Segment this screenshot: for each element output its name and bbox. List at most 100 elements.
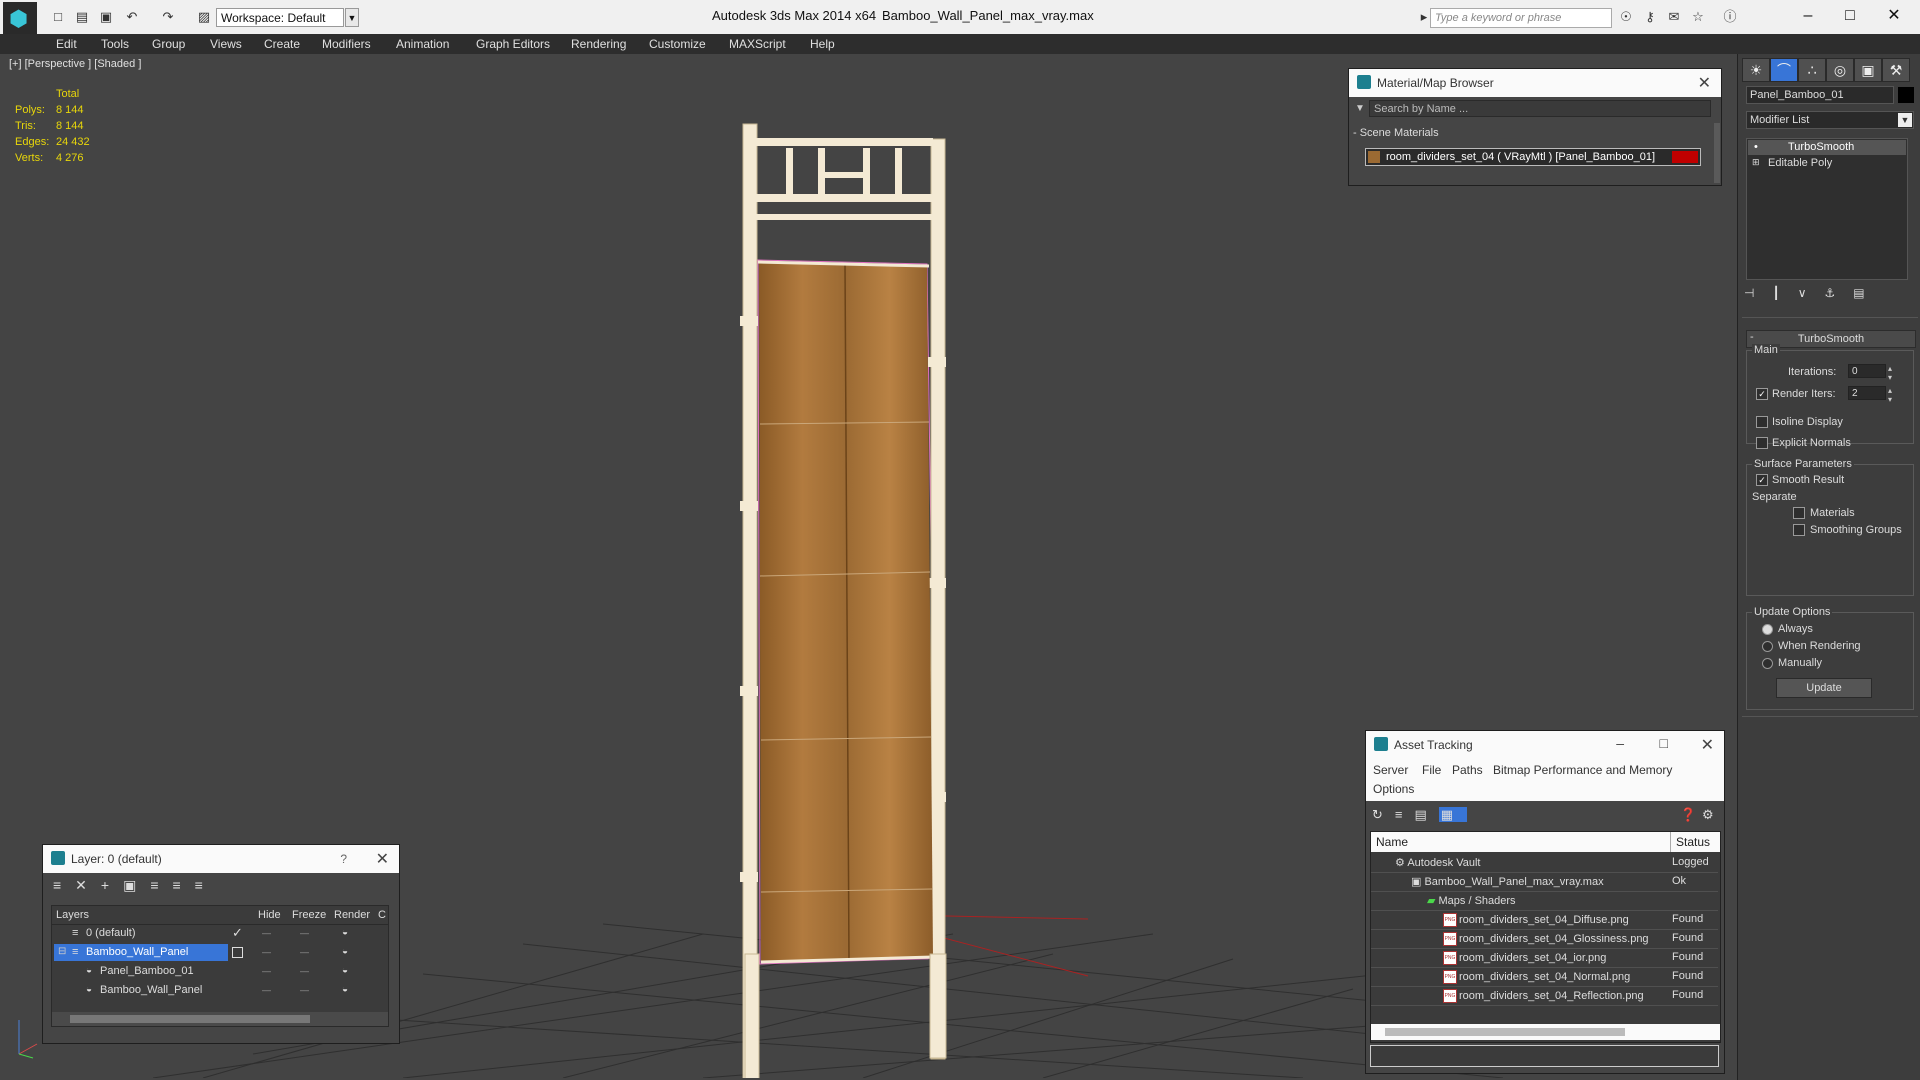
update-button[interactable]: Update: [1776, 678, 1872, 698]
asset-horizontal-scrollbar[interactable]: [1371, 1024, 1720, 1040]
table-view-icon[interactable]: ▦: [1438, 807, 1468, 822]
stack-item-turbosmooth[interactable]: • TurboSmooth: [1748, 140, 1906, 155]
close-icon[interactable]: ✕: [1874, 4, 1914, 28]
refresh-icon[interactable]: ↻: [1372, 807, 1395, 822]
app-logo-button[interactable]: ⬢: [3, 2, 37, 36]
object-name-field[interactable]: Panel_Bamboo_01: [1746, 86, 1894, 104]
render-teapot-icon[interactable]: ◒: [342, 927, 348, 938]
layer-titlebar[interactable]: Layer: 0 (default) ? ✕: [43, 845, 399, 873]
freeze-all-icon[interactable]: ≡: [195, 877, 217, 893]
current-layer-box[interactable]: [232, 947, 243, 958]
hide-toggle[interactable]: —: [262, 947, 271, 957]
menu-views[interactable]: Views: [210, 37, 242, 51]
col-render[interactable]: Render: [334, 909, 370, 921]
materials-checkbox[interactable]: [1793, 507, 1805, 519]
layer-horizontal-scrollbar[interactable]: [52, 1012, 388, 1026]
remove-modifier-icon[interactable]: ⚓: [1824, 286, 1853, 300]
menu-edit[interactable]: Edit: [56, 37, 77, 51]
make-unique-icon[interactable]: ∨: [1798, 286, 1825, 300]
material-search-input[interactable]: Search by Name ...: [1369, 100, 1711, 117]
maximize-icon[interactable]: □: [1660, 735, 1668, 751]
workspace-dropdown[interactable]: Workspace: Default: [216, 8, 344, 27]
layer-row[interactable]: ⊟ ≡ Bamboo_Wall_Panel — — ◒: [52, 944, 388, 962]
menu-rendering[interactable]: Rendering: [571, 37, 626, 51]
render-teapot-icon[interactable]: ◒: [342, 965, 348, 976]
project-folder-icon[interactable]: ▨: [196, 9, 212, 25]
col-freeze[interactable]: Freeze: [292, 909, 326, 921]
save-file-icon[interactable]: ▣: [98, 9, 114, 25]
col-status[interactable]: Status: [1676, 835, 1710, 849]
collapse-rollout-icon[interactable]: -: [1750, 331, 1754, 343]
highlight-layer-icon[interactable]: ≡: [150, 877, 172, 893]
render-iters-checkbox[interactable]: ✓: [1756, 388, 1768, 400]
binoculars-icon[interactable]: ☉: [1618, 9, 1634, 25]
menu-help[interactable]: Help: [810, 37, 835, 51]
when-rendering-radio[interactable]: [1762, 641, 1773, 652]
minimize-icon[interactable]: –: [1616, 735, 1624, 751]
material-list-item[interactable]: room_dividers_set_04 ( VRayMtl ) [Panel_…: [1365, 148, 1701, 166]
lightbulb-icon[interactable]: •: [1754, 141, 1758, 153]
key-icon[interactable]: ⚷: [1642, 9, 1658, 25]
modify-tab-icon[interactable]: ⌒: [1770, 58, 1798, 82]
layer-row[interactable]: ◒ Bamboo_Wall_Panel — — ◒: [52, 982, 388, 1000]
smoothing-groups-checkbox[interactable]: [1793, 524, 1805, 536]
freeze-toggle[interactable]: —: [300, 985, 309, 995]
menu-group[interactable]: Group: [152, 37, 185, 51]
layer-row[interactable]: ≡ 0 (default) ✓ — — ◒: [52, 925, 388, 943]
search-input[interactable]: Type a keyword or phrase: [1430, 8, 1612, 28]
isoline-display-checkbox[interactable]: [1756, 416, 1768, 428]
material-scrollbar[interactable]: [1714, 123, 1720, 183]
communication-center-icon[interactable]: ✉: [1666, 9, 1682, 25]
menu-paths[interactable]: Paths: [1452, 763, 1483, 777]
create-tab-sun-icon[interactable]: ☀: [1742, 58, 1770, 82]
menu-bitmap-performance[interactable]: Bitmap Performance and Memory: [1493, 763, 1672, 777]
undo-icon[interactable]: ↶: [124, 9, 140, 25]
favorites-star-icon[interactable]: ☆: [1690, 9, 1706, 25]
menu-server[interactable]: Server: [1373, 763, 1408, 777]
col-name[interactable]: Name: [1376, 835, 1408, 849]
column-divider[interactable]: [1670, 832, 1671, 852]
expand-icon[interactable]: ⊞: [1752, 157, 1760, 168]
material-browser-titlebar[interactable]: Material/Map Browser ✕: [1349, 69, 1721, 97]
asset-row[interactable]: PNG room_dividers_set_04_Diffuse.png Found: [1371, 910, 1718, 930]
asset-row[interactable]: PNG room_dividers_set_04_ior.png Found: [1371, 948, 1718, 968]
minimize-icon[interactable]: –: [1788, 4, 1828, 28]
menu-customize[interactable]: Customize: [649, 37, 706, 51]
close-icon[interactable]: ✕: [1701, 735, 1714, 755]
select-in-layer-icon[interactable]: ▣: [123, 877, 150, 893]
asset-row[interactable]: ▰ Maps / Shaders: [1371, 891, 1718, 911]
menu-tools[interactable]: Tools: [101, 37, 129, 51]
new-file-icon[interactable]: □: [50, 9, 66, 25]
close-icon[interactable]: ✕: [376, 849, 389, 869]
render-teapot-icon[interactable]: ◒: [342, 984, 348, 995]
utilities-tab-icon[interactable]: ⚒: [1882, 58, 1910, 82]
tree-view-icon[interactable]: ▤: [1415, 807, 1439, 822]
pin-stack-icon[interactable]: ⊣: [1744, 286, 1772, 300]
spinner-arrows-icon[interactable]: ▴ ▾: [1888, 364, 1892, 382]
stack-item-editable-poly[interactable]: ⊞ Editable Poly: [1748, 156, 1906, 171]
smooth-result-checkbox[interactable]: ✓: [1756, 474, 1768, 486]
freeze-toggle[interactable]: —: [300, 966, 309, 976]
manually-radio[interactable]: [1762, 658, 1773, 669]
always-radio[interactable]: [1762, 624, 1773, 635]
hierarchy-tab-icon[interactable]: ∴: [1798, 58, 1826, 82]
menu-options[interactable]: Options: [1373, 782, 1414, 796]
render-iters-spinner[interactable]: 2: [1848, 386, 1886, 400]
menu-file[interactable]: File: [1422, 763, 1441, 777]
menu-maxscript[interactable]: MAXScript: [729, 37, 786, 51]
iterations-spinner[interactable]: 0: [1848, 364, 1886, 378]
menu-graph-editors[interactable]: Graph Editors: [476, 37, 550, 51]
chevron-down-icon[interactable]: ▼: [345, 8, 359, 27]
add-to-layer-icon[interactable]: +: [101, 877, 123, 893]
freeze-toggle[interactable]: —: [300, 947, 309, 957]
new-layer-icon[interactable]: ≡: [53, 877, 75, 893]
help-icon[interactable]: ?: [340, 852, 347, 866]
delete-layer-icon[interactable]: ✕: [75, 877, 101, 893]
col-hide[interactable]: Hide: [258, 909, 281, 921]
configure-modifier-sets-icon[interactable]: ▤: [1853, 286, 1882, 300]
help-icon[interactable]: ⓘ: [1722, 9, 1738, 25]
col-layers[interactable]: Layers: [56, 909, 89, 921]
viewport-label[interactable]: [+] [Perspective ] [Shaded ]: [9, 58, 141, 70]
render-teapot-icon[interactable]: ◒: [342, 946, 348, 957]
help-icon[interactable]: ❓: [1680, 807, 1696, 823]
